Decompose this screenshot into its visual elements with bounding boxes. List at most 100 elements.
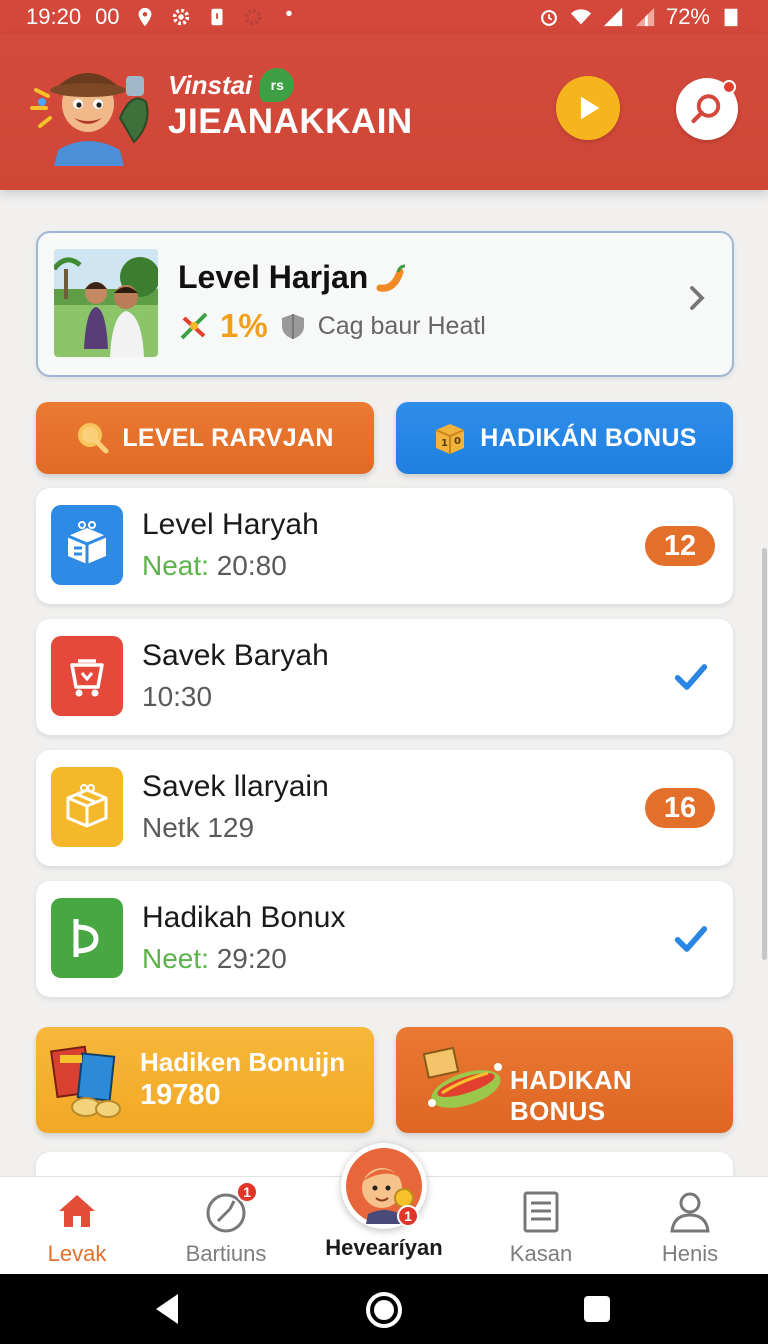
list-item-subtitle: 10:30: [142, 681, 212, 713]
app-title: JIEANAKKAIN: [168, 102, 413, 141]
svg-text:0: 0: [454, 436, 461, 447]
level-action-button[interactable]: LEVEL RARVJAN: [36, 402, 374, 474]
checkmark-icon: [674, 926, 708, 952]
nav-icon-wrap: 1: [202, 1181, 258, 1235]
cart-icon: [70, 659, 104, 697]
wifi-icon: [570, 9, 592, 25]
location-icon: [138, 7, 151, 27]
nav-label: Levak: [47, 1241, 107, 1266]
dot-icon: [285, 10, 292, 17]
bonus-action-button[interactable]: 10 HADIKÁN BONUS: [396, 402, 733, 474]
list-item-sub-value: Netk 129: [142, 812, 255, 843]
center-avatar-button[interactable]: 1: [341, 1143, 427, 1229]
level-caption: Cag baur Heatl: [317, 311, 486, 340]
level-title: Level Harjan: [178, 259, 408, 296]
nav-label: Bartiuns: [185, 1241, 267, 1266]
signal-2-icon: [635, 7, 655, 27]
promo-value: 19780: [140, 1079, 221, 1111]
level-action-label: LEVEL RARVJAN: [122, 423, 334, 452]
chili-icon: [376, 264, 406, 292]
nav-item-kasan[interactable]: Kasan: [466, 1187, 616, 1271]
level-photo: [54, 249, 158, 357]
nav-item-henis[interactable]: Henis: [615, 1187, 765, 1271]
list-item-icon-box: [51, 636, 123, 716]
home-circle-icon[interactable]: [364, 1290, 404, 1330]
hotdog-image: [422, 1046, 502, 1108]
shield-icon: [281, 314, 304, 339]
notification-dot: [722, 80, 736, 94]
checkmark-icon: [674, 664, 708, 690]
alarm-icon: [540, 9, 557, 26]
svg-text:1: 1: [441, 438, 448, 449]
products-image: [50, 1045, 121, 1118]
play-icon: [580, 96, 600, 120]
bonus-d-icon: [73, 919, 99, 957]
signal-icon: [603, 7, 623, 27]
promo-bonus-card[interactable]: Hadiken Bonuijn 19780: [36, 1027, 374, 1133]
list-item[interactable]: Level Haryah Neat: 20:80 12: [36, 488, 733, 604]
home-icon: [59, 1195, 95, 1227]
brand-subtitle: Vinstai rs: [168, 68, 295, 102]
list-item-icon-box: [51, 505, 123, 585]
magnifier-icon: [78, 423, 109, 454]
status-extra: 00: [95, 4, 120, 29]
chevron-right-icon[interactable]: [682, 283, 712, 313]
count-badge: 16: [645, 788, 715, 828]
battery-percent: 72%: [665, 4, 710, 29]
status-time: 19:20: [26, 4, 82, 29]
list-item[interactable]: Savek Baryah 10:30: [36, 619, 733, 735]
document-icon: [523, 1191, 559, 1233]
promo-bonus-button[interactable]: HADIKAN BONUS: [396, 1027, 733, 1133]
nav-label: Kasan: [509, 1241, 573, 1266]
search-button[interactable]: [676, 78, 738, 140]
level-title-text: Level Harjan: [178, 259, 369, 295]
app-header: Vinstai rs JIEANAKKAIN: [0, 34, 768, 190]
nav-label: Hevearíyan: [325, 1235, 443, 1260]
brand-sub-text: Vinstai: [168, 69, 253, 100]
list-item-title: Savek Baryah: [142, 639, 329, 672]
list-item-title: Hadikah Bonux: [142, 901, 346, 934]
list-item[interactable]: Savek llaryain Netk 129 16: [36, 750, 733, 866]
list-item-title: Savek llaryain: [142, 770, 329, 803]
nav-item-levak[interactable]: Levak: [2, 1187, 152, 1271]
back-icon[interactable]: [152, 1292, 184, 1326]
list-item-sub-value: 10:30: [142, 681, 213, 712]
list-item-subtitle: Netk 129: [142, 812, 254, 844]
gift-box-icon: 10: [435, 424, 465, 454]
person-icon: [670, 1192, 710, 1233]
package-icon: [67, 521, 107, 564]
brand-leaf-icon: rs: [260, 68, 295, 102]
level-percent: 1%: [220, 307, 268, 344]
battery-icon: [724, 8, 738, 27]
list-item-icon-box: [51, 898, 123, 978]
list-item-subtitle: Neat: 20:80: [142, 550, 287, 582]
gear-icon: [244, 8, 261, 26]
list-item-title: Level Haryah: [142, 508, 319, 541]
scrollbar[interactable]: [762, 548, 767, 960]
status-bar: 19:20 00 72%: [0, 0, 768, 34]
count-badge: 12: [645, 526, 715, 566]
promo-title: Hadiken Bonuijn: [140, 1047, 346, 1077]
list-item-sub-prefix: Neat:: [142, 550, 209, 581]
level-card[interactable]: Level Harjan 1% Cag baur Heatl: [36, 231, 734, 377]
play-button[interactable]: [556, 76, 620, 140]
list-item[interactable]: Hadikah Bonux Neet: 29:20: [36, 881, 733, 997]
mascot-logo: [30, 73, 149, 166]
list-item-sub-prefix: Neet:: [142, 943, 209, 974]
gift-icon: [66, 784, 108, 828]
bonus-action-label: HADIKÁN BONUS: [480, 423, 697, 452]
list-item-subtitle: Neet: 29:20: [142, 943, 287, 975]
recents-icon[interactable]: [582, 1294, 612, 1324]
nav-badge: 1: [236, 1181, 258, 1203]
list-item-sub-value: 20:80: [216, 550, 287, 581]
settings-icon: [172, 8, 189, 26]
nav-label: Henis: [661, 1241, 719, 1266]
nav-item-bartiuns[interactable]: 1 Bartiuns: [151, 1181, 301, 1271]
sparkle-icon: [180, 312, 208, 340]
search-icon: [691, 94, 721, 124]
list-item-icon-box: [51, 767, 123, 847]
promo-bonus-label: HADIKAN BONUS: [510, 1065, 632, 1126]
level-meta: 1% Cag baur Heatl: [178, 307, 486, 345]
nav-item-hevearayan[interactable]: Hevearíyan: [309, 1235, 459, 1271]
system-navigation-bar: [0, 1274, 768, 1344]
